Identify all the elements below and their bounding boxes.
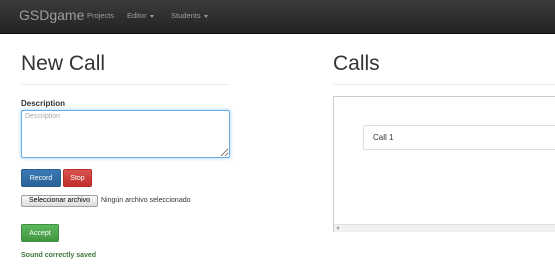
chevron-down-icon: [149, 14, 154, 18]
calls-panel: [333, 96, 555, 232]
nav-projects[interactable]: Projects: [87, 11, 114, 20]
stop-button[interactable]: Stop: [63, 169, 92, 187]
navbar: GSDgame Projects Editor Students: [0, 0, 555, 34]
file-select-button[interactable]: Seleccionar archivo: [21, 195, 98, 207]
nav-projects-label: Projects: [87, 11, 115, 20]
call-list-item[interactable]: Call 1: [363, 125, 555, 150]
page: GSDgame Projects Editor Students New Cal…: [0, 0, 555, 264]
file-status-text: Ningún archivo seleccionado: [101, 197, 191, 204]
accept-button[interactable]: Accept: [21, 224, 59, 242]
new-call-divider: [21, 84, 229, 85]
description-textarea[interactable]: [21, 110, 230, 158]
scroll-left-arrow-icon[interactable]: [336, 226, 339, 230]
calls-divider: [333, 84, 555, 85]
description-label: Description: [21, 99, 66, 108]
status-message: Sound correctly saved: [21, 252, 97, 259]
call-item-label: Call 1: [373, 133, 394, 142]
record-button[interactable]: Record: [21, 169, 61, 187]
nav-students-label: Students: [171, 11, 201, 20]
nav-editor-dropdown[interactable]: Editor: [127, 11, 154, 20]
calls-horizontal-scrollbar[interactable]: [334, 224, 555, 232]
chevron-down-icon: [203, 14, 208, 18]
nav-editor-label: Editor: [127, 11, 147, 20]
nav-students-dropdown[interactable]: Students: [171, 11, 208, 20]
new-call-title: New Call: [21, 52, 106, 75]
brand-link[interactable]: GSDgame: [19, 7, 84, 23]
calls-title: Calls: [333, 52, 380, 75]
